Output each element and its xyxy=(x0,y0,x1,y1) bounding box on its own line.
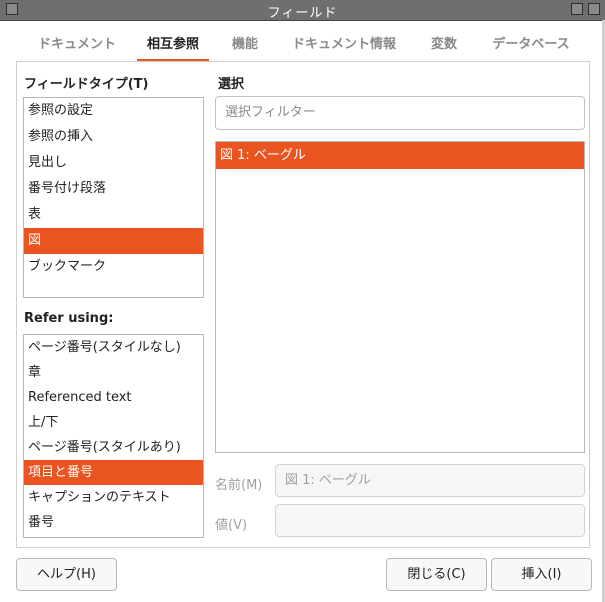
selection-list[interactable]: 図 1: ベーグル xyxy=(215,141,585,453)
tab-functions[interactable]: 機能 xyxy=(222,22,268,62)
tab-document-info[interactable]: ドキュメント情報 xyxy=(282,22,406,62)
list-item[interactable]: 番号付け段落 xyxy=(24,176,203,202)
list-item[interactable]: 見出し xyxy=(24,150,203,176)
title-bar: フィールド xyxy=(0,0,605,21)
refer-using-heading: Refer using: xyxy=(24,311,114,326)
list-item-selected[interactable]: 項目と番号 xyxy=(24,460,203,485)
list-item[interactable]: 章 xyxy=(24,360,203,385)
selection-heading: 選択 xyxy=(218,77,245,92)
list-item[interactable]: 表 xyxy=(24,202,203,228)
name-label: 名前(M) xyxy=(215,478,263,493)
list-item[interactable]: ページ番号(スタイルあり) xyxy=(24,435,203,460)
list-item[interactable]: 番号 xyxy=(24,510,203,535)
list-item[interactable]: 参照の挿入 xyxy=(24,124,203,150)
help-button[interactable]: ヘルプ(H) xyxy=(16,558,117,591)
list-item[interactable]: ブックマーク xyxy=(24,254,203,280)
tab-variables[interactable]: 変数 xyxy=(418,22,470,62)
tab-bar: ドキュメント 相互参照 機能 ドキュメント情報 変数 データベース xyxy=(16,22,590,64)
insert-button[interactable]: 挿入(I) xyxy=(491,558,592,591)
tab-cross-references[interactable]: 相互参照 xyxy=(137,22,209,62)
refer-using-list[interactable]: ページ番号(スタイルなし) 章 Referenced text 上/下 ページ番… xyxy=(23,334,204,538)
tab-document[interactable]: ドキュメント xyxy=(24,22,130,62)
window-title: フィールド xyxy=(267,6,338,21)
list-item-selected[interactable]: 図 1: ベーグル xyxy=(216,142,584,169)
list-item[interactable]: Referenced text xyxy=(24,385,203,410)
list-item[interactable]: キャプションのテキスト xyxy=(24,485,203,510)
list-item[interactable]: 上/下 xyxy=(24,410,203,435)
value-label: 値(V) xyxy=(215,518,248,533)
close-button[interactable]: 閉じる(C) xyxy=(386,558,487,591)
maximize-icon[interactable] xyxy=(588,3,600,15)
list-item-selected[interactable]: 図 xyxy=(24,228,203,254)
list-item[interactable]: ページ番号(スタイルなし) xyxy=(24,335,203,360)
minimize-icon[interactable] xyxy=(571,3,583,15)
field-type-list[interactable]: 参照の設定 参照の挿入 見出し 番号付け段落 表 図 ブックマーク xyxy=(23,97,204,298)
value-field[interactable] xyxy=(275,504,585,537)
name-field[interactable]: 図 1: ベーグル xyxy=(275,464,585,497)
field-type-heading: フィールドタイプ(T) xyxy=(24,77,149,92)
selection-filter-input[interactable]: 選択フィルター xyxy=(215,96,585,130)
tab-database[interactable]: データベース xyxy=(481,22,581,62)
list-item[interactable]: 参照の設定 xyxy=(24,98,203,124)
